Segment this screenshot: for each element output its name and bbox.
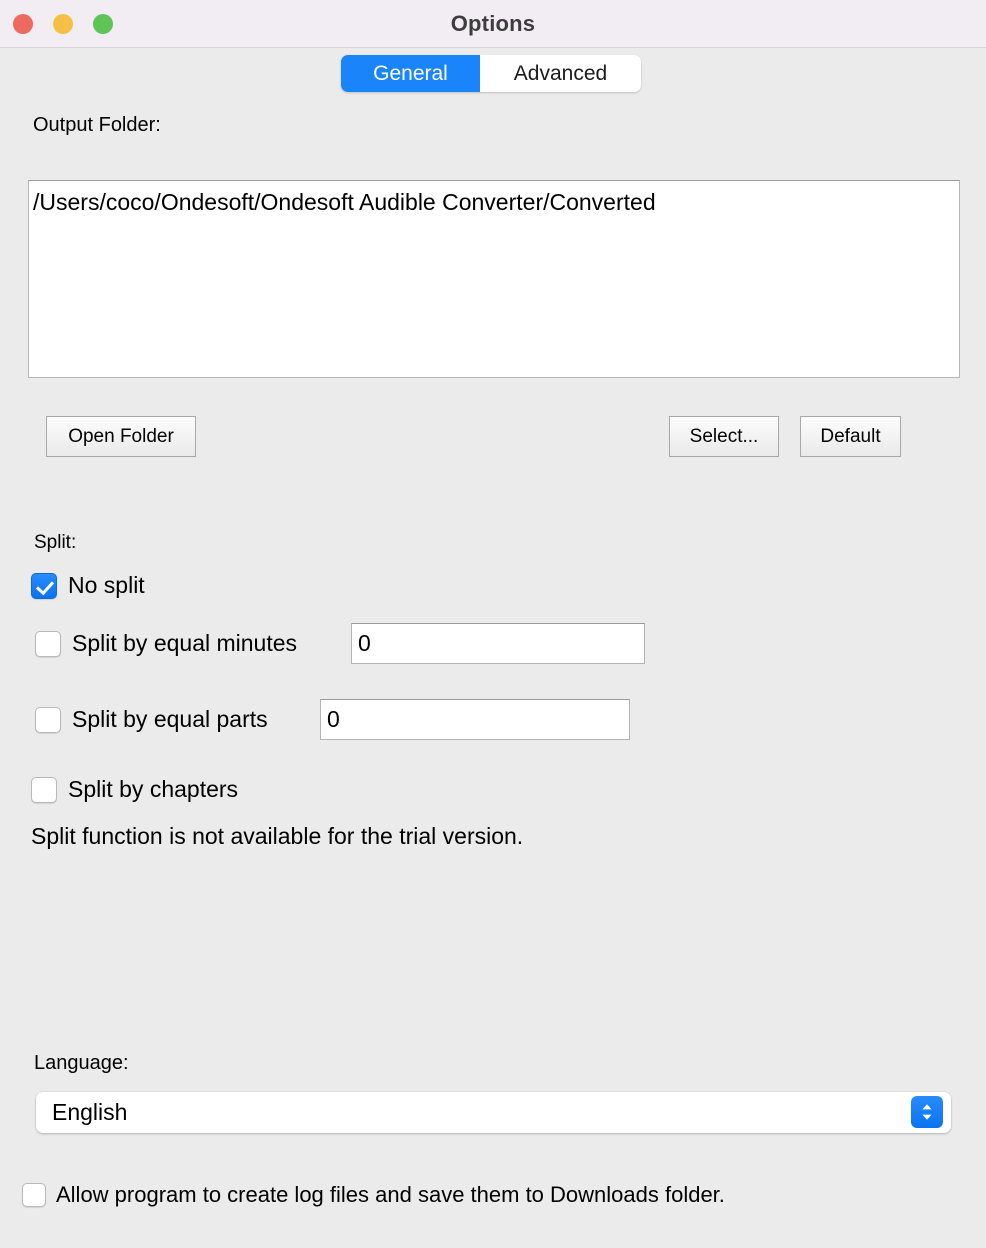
split-parts-input[interactable]: 0 xyxy=(320,699,630,740)
checkbox-label-split-parts: Split by equal parts xyxy=(72,706,268,732)
window-title: Options xyxy=(450,11,536,36)
output-folder-path: /Users/coco/Ondesoft/Ondesoft Audible Co… xyxy=(33,189,656,215)
select-folder-button[interactable]: Select... xyxy=(669,416,779,457)
checkbox-split-chapters[interactable] xyxy=(31,776,57,803)
language-label: Language: xyxy=(34,1052,129,1074)
checkbox-row-no-split[interactable]: No split xyxy=(31,572,145,599)
chevron-up-down-icon[interactable] xyxy=(911,1096,943,1128)
checkbox-split-parts[interactable] xyxy=(35,706,61,733)
trial-version-notice: Split function is not available for the … xyxy=(31,823,524,849)
language-selected-value: English xyxy=(52,1099,128,1125)
checkbox-row-split-parts[interactable]: Split by equal parts xyxy=(35,706,268,733)
checkbox-split-minutes[interactable] xyxy=(35,630,61,657)
checkbox-row-split-minutes[interactable]: Split by equal minutes xyxy=(35,630,297,657)
checkbox-no-split[interactable] xyxy=(31,572,57,599)
titlebar: Options xyxy=(0,0,986,48)
output-folder-textarea[interactable]: /Users/coco/Ondesoft/Ondesoft Audible Co… xyxy=(28,180,960,378)
checkbox-label-split-minutes: Split by equal minutes xyxy=(72,630,298,656)
split-minutes-input[interactable]: 0 xyxy=(351,623,645,664)
checkbox-row-allow-log-files[interactable]: Allow program to create log files and sa… xyxy=(22,1182,725,1208)
checkbox-label-allow-log-files: Allow program to create log files and sa… xyxy=(56,1182,725,1207)
output-folder-label: Output Folder: xyxy=(33,114,161,136)
checkbox-label-split-chapters: Split by chapters xyxy=(68,776,239,802)
checkbox-allow-log-files[interactable] xyxy=(22,1183,46,1207)
open-folder-button[interactable]: Open Folder xyxy=(46,416,196,457)
tab-advanced[interactable]: Advanced xyxy=(480,55,641,92)
checkbox-row-split-chapters[interactable]: Split by chapters xyxy=(31,776,238,803)
tab-bar: General Advanced xyxy=(341,55,641,92)
default-folder-button[interactable]: Default xyxy=(800,416,901,457)
checkbox-label-no-split: No split xyxy=(68,572,145,598)
split-section-label: Split: xyxy=(34,532,77,553)
tab-general[interactable]: General xyxy=(341,55,480,92)
language-select[interactable]: English xyxy=(36,1092,951,1133)
